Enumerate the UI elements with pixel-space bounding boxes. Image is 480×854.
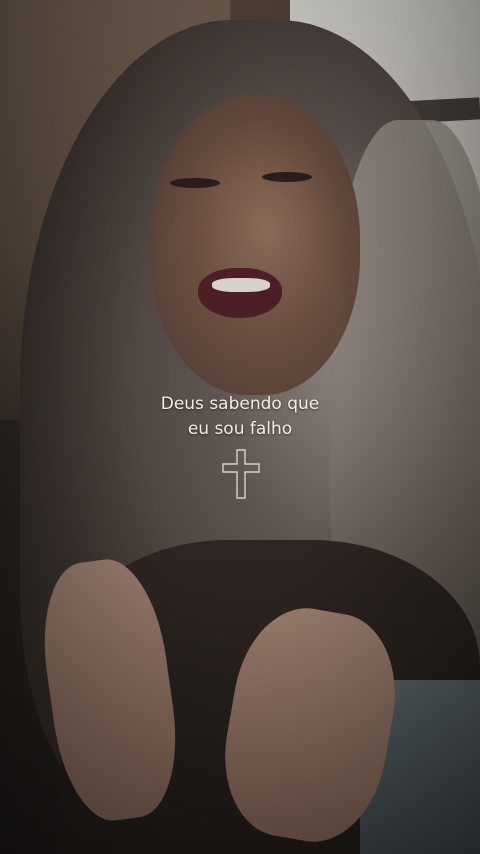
cross-icon	[222, 449, 260, 499]
lyric-line-2: eu sou falho	[187, 419, 293, 439]
lyric-line-1: Deus sabendo que	[160, 394, 320, 414]
video-frame: Deus sabendo que eu sou falho	[0, 0, 480, 854]
lyric-caption: Deus sabendo que eu sou falho	[0, 392, 480, 442]
